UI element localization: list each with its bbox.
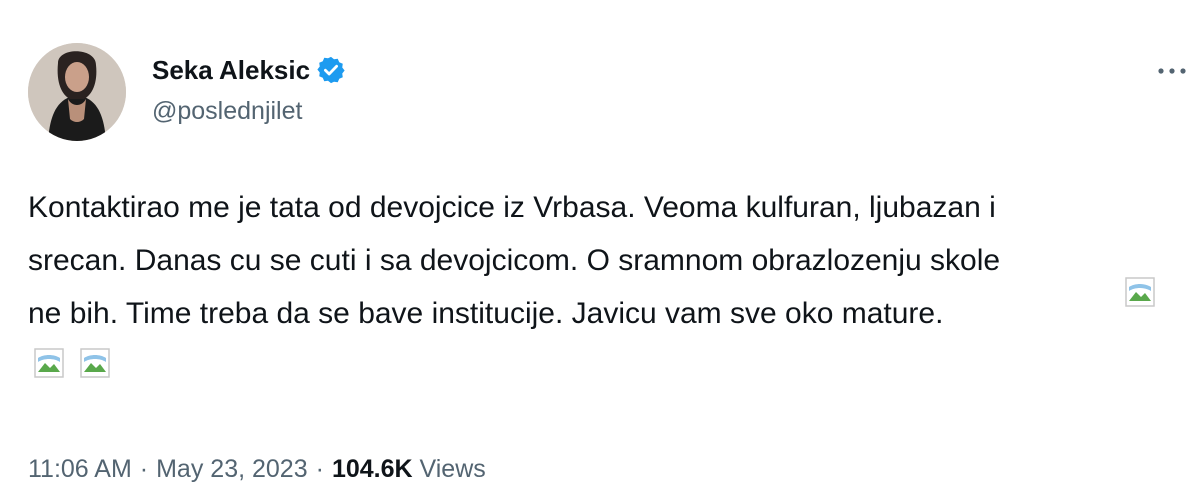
- broken-image-icon: [80, 348, 110, 378]
- tweet-date[interactable]: May 23, 2023: [156, 455, 308, 483]
- tweet-meta: 11:06 AM · May 23, 2023 · 104.6K Views: [28, 453, 486, 485]
- more-dots-icon[interactable]: [1150, 56, 1194, 86]
- broken-image-icon: [1125, 277, 1155, 307]
- tweet-line-1: Kontaktirao me je tata od devojcice iz V…: [28, 191, 996, 224]
- tweet-line-3-text: ne bih. Time treba da se bave institucij…: [28, 297, 944, 330]
- views-label: Views: [419, 455, 486, 483]
- meta-separator: ·: [139, 455, 149, 483]
- tweet-line-3: ne bih. Time treba da se bave institucij…: [28, 287, 1178, 340]
- verified-badge-icon[interactable]: [316, 55, 346, 85]
- avatar[interactable]: [28, 43, 126, 141]
- broken-image-icon: [34, 348, 64, 378]
- meta-separator: ·: [315, 455, 324, 483]
- author-display-name[interactable]: Seka Aleksic: [152, 54, 346, 86]
- views-count[interactable]: 104.6K: [332, 455, 413, 483]
- tweet-card: Seka Aleksic @poslednjilet Kontaktirao m…: [0, 0, 1200, 503]
- display-name-text: Seka Aleksic: [152, 55, 311, 85]
- tweet-text: Kontaktirao me je tata od devojcice iz V…: [28, 181, 1178, 340]
- author-handle[interactable]: @poslednjilet: [152, 95, 302, 127]
- tweet-time[interactable]: 11:06 AM: [28, 455, 132, 483]
- tweet-line-2: srecan. Danas cu se cuti i sa devojcicom…: [28, 244, 1001, 277]
